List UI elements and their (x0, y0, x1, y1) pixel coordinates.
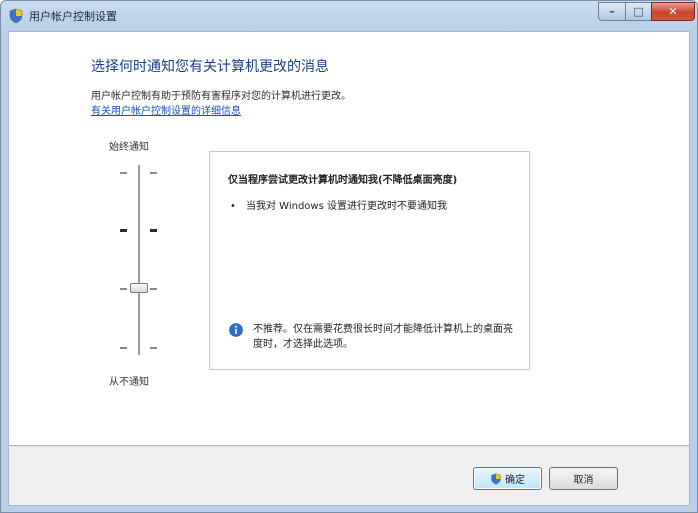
maximize-button[interactable]: □ (625, 2, 652, 21)
slider-thumb[interactable] (130, 283, 148, 293)
bullet-icon: • (230, 201, 236, 212)
close-icon: ✕ (668, 5, 678, 18)
minimize-icon: – (609, 5, 615, 18)
level-bullet-text: 当我对 Windows 设置进行更改时不要通知我 (246, 201, 447, 212)
page-heading: 选择何时通知您有关计算机更改的消息 (91, 59, 329, 75)
maximize-icon: □ (633, 5, 644, 18)
ok-button[interactable]: 确定 (473, 467, 542, 490)
slider-top-label: 始终通知 (109, 142, 149, 153)
minimize-button[interactable]: – (598, 2, 626, 21)
slider-tick (120, 347, 127, 349)
slider-bottom-label: 从不通知 (109, 377, 149, 388)
title-bar[interactable]: 用户帐户控制设置 – □ ✕ (1, 1, 697, 31)
slider-tick (150, 229, 157, 232)
level-bullet: • 当我对 Windows 设置进行更改时不要通知我 (230, 197, 447, 212)
slider-tick (120, 172, 127, 174)
window-title: 用户帐户控制设置 (29, 10, 117, 23)
cancel-button[interactable]: 取消 (549, 467, 618, 490)
uac-settings-window: 用户帐户控制设置 – □ ✕ 选择何时通知您有关计算机更改的消息 用户帐户控制有… (0, 0, 698, 513)
level-note: 不推荐。仅在需要花费很长时间才能降低计算机上的桌面亮度时，才选择此选项。 (253, 324, 513, 350)
slider-track[interactable] (138, 165, 140, 355)
button-bar: 确定 取消 (8, 446, 690, 506)
slider-tick (120, 229, 127, 232)
info-icon (229, 323, 243, 337)
uac-shield-icon (9, 8, 23, 24)
slider-tick (150, 288, 157, 290)
slider-tick (150, 172, 157, 174)
level-description-panel: 仅当程序尝试更改计算机时通知我(不降低桌面亮度) • 当我对 Windows 设置… (209, 151, 530, 370)
close-button[interactable]: ✕ (651, 2, 695, 21)
slider-tick (120, 288, 127, 290)
slider-tick (150, 347, 157, 349)
content-area: 选择何时通知您有关计算机更改的消息 用户帐户控制有助于预防有害程序对您的计算机进… (8, 31, 690, 446)
description-text: 用户帐户控制有助于预防有害程序对您的计算机进行更改。 (91, 91, 351, 102)
cancel-button-label: 取消 (573, 475, 594, 486)
level-title: 仅当程序尝试更改计算机时通知我(不降低桌面亮度) (228, 175, 458, 186)
ok-button-label: 确定 (505, 475, 525, 486)
uac-help-link[interactable]: 有关用户帐户控制设置的详细信息 (91, 102, 241, 117)
uac-shield-icon (491, 473, 501, 484)
